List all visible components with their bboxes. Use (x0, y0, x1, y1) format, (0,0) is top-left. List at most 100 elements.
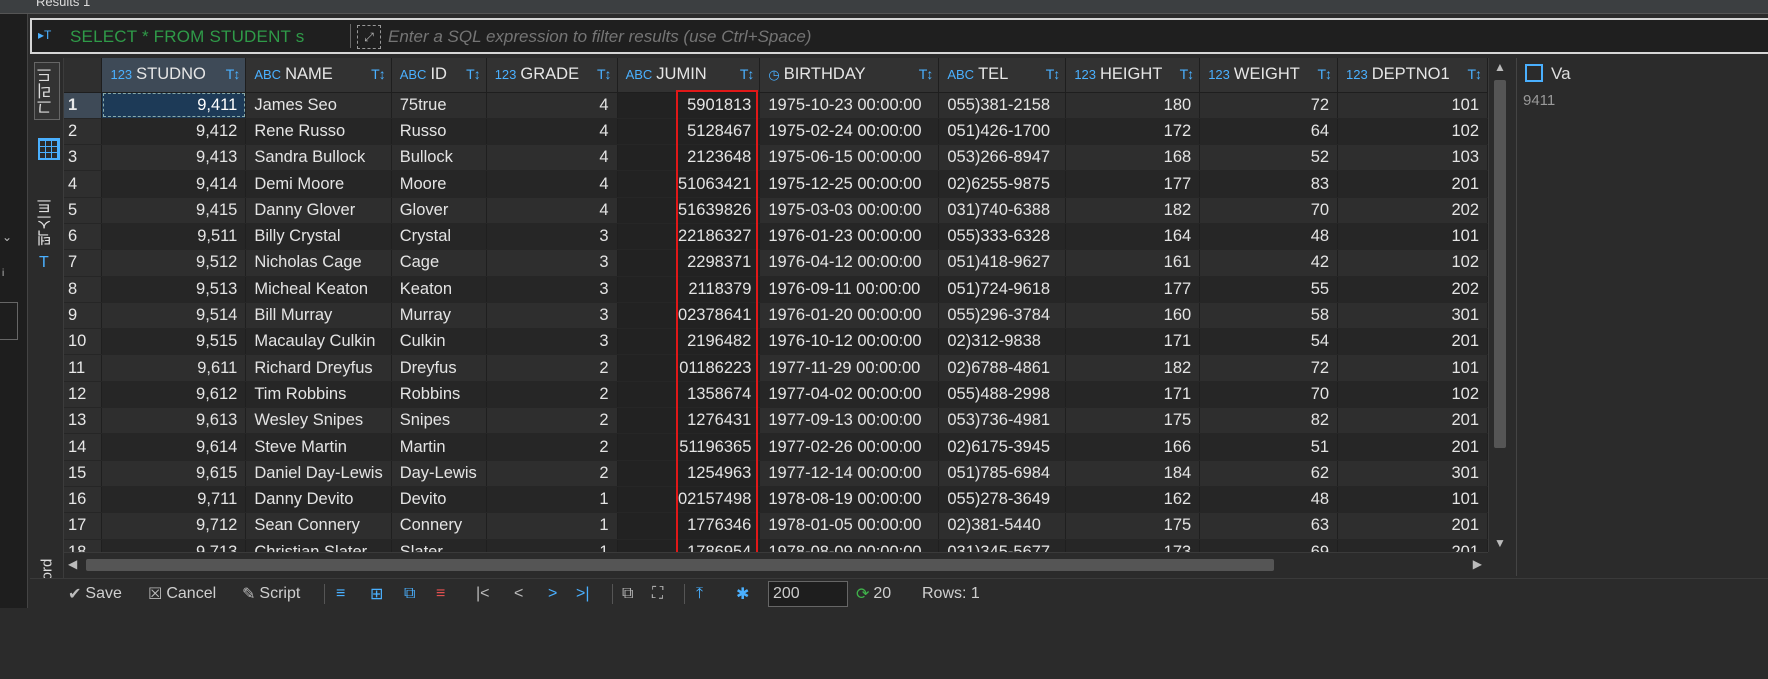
cell-studno[interactable]: 9,712 (101, 512, 247, 540)
cell-birthday[interactable]: 1977-11-29 00:00:00 (759, 354, 940, 382)
row-number[interactable]: 16 (64, 486, 103, 514)
cell-grade[interactable]: 4 (486, 144, 618, 172)
cell-name[interactable]: Danny Glover (245, 197, 392, 224)
cell-grade[interactable]: 4 (486, 197, 618, 224)
cell-id[interactable]: Martin (391, 433, 487, 461)
cell-birthday[interactable]: 1976-01-20 00:00:00 (759, 302, 940, 330)
cell-name[interactable]: Wesley Snipes (245, 407, 392, 435)
cell-deptno1[interactable]: 202 (1337, 276, 1488, 303)
cell-deptno1[interactable]: 201 (1337, 539, 1488, 552)
row-number[interactable]: 9 (64, 302, 103, 330)
cell-birthday[interactable]: 1976-04-12 00:00:00 (759, 249, 940, 277)
row-number-header[interactable] (64, 58, 103, 93)
cell-grade[interactable]: 2 (486, 381, 618, 409)
cell-grade[interactable]: 1 (486, 512, 618, 540)
cell-deptno1[interactable]: 201 (1337, 433, 1488, 461)
cell-id[interactable]: Bullock (391, 144, 487, 172)
cell-height[interactable]: 173 (1065, 539, 1201, 552)
cell-id[interactable]: Culkin (391, 328, 487, 356)
row-number[interactable]: 8 (64, 276, 103, 303)
cell-height[interactable]: 166 (1065, 433, 1201, 461)
table-row[interactable]: 9 9,514 Bill Murray Murray 3 02378641 1976-01-… (64, 302, 1488, 330)
cell-grade[interactable]: 3 (486, 249, 618, 277)
row-number[interactable]: 5 (64, 197, 103, 224)
row-number[interactable]: 7 (64, 249, 103, 277)
cell-jumin[interactable]: 51196365 (617, 433, 761, 461)
cell-height[interactable]: 182 (1065, 197, 1201, 224)
sort-filter-icon[interactable]: T↕ (1467, 66, 1482, 82)
cell-tel[interactable]: 02)312-9838 (938, 328, 1067, 356)
edit-row-button[interactable]: ≡ (336, 582, 345, 606)
cell-weight[interactable]: 72 (1199, 354, 1339, 382)
cell-grade[interactable]: 2 (486, 460, 618, 487)
cell-name[interactable]: Sandra Bullock (245, 144, 392, 172)
cell-birthday[interactable]: 1975-12-25 00:00:00 (759, 170, 940, 198)
cell-jumin[interactable]: 5901813 (617, 92, 761, 119)
column-header-tel[interactable]: ABC TEL T↕ (938, 58, 1067, 93)
column-header-jumin[interactable]: ABC JUMIN T↕ (617, 58, 761, 93)
first-page-button[interactable]: |< (476, 582, 490, 606)
cell-jumin[interactable]: 2196482 (617, 328, 761, 356)
cell-weight[interactable]: 58 (1199, 302, 1339, 330)
cell-grade[interactable]: 3 (486, 302, 618, 330)
cell-jumin[interactable]: 02157498 (617, 486, 761, 514)
cell-name[interactable]: James Seo (245, 92, 392, 119)
cell-name[interactable]: Micheal Keaton (245, 276, 392, 303)
delete-row-button[interactable]: ≡ (436, 582, 445, 606)
save-button[interactable]: ✔ Save (68, 582, 122, 606)
cell-id[interactable]: Day-Lewis (391, 460, 487, 487)
sql-filter-icon[interactable]: ▸T (38, 28, 51, 42)
cell-studno[interactable]: 9,511 (101, 223, 247, 251)
table-row[interactable]: 4 9,414 Demi Moore Moore 4 51063421 1975-12-25… (64, 170, 1488, 198)
cell-name[interactable]: Bill Murray (245, 302, 392, 330)
cell-weight[interactable]: 70 (1199, 197, 1339, 224)
script-button[interactable]: ✎ Script (242, 582, 300, 606)
cell-name[interactable]: Steve Martin (245, 433, 392, 461)
cell-name[interactable]: Christian Slater (245, 539, 392, 552)
cell-id[interactable]: Robbins (391, 381, 487, 409)
chevron-down-icon[interactable]: ⌄ (2, 230, 12, 244)
table-row[interactable]: 13 9,613 Wesley Snipes Snipes 2 1276431 1977-0… (64, 407, 1488, 435)
filter-input[interactable] (388, 27, 1688, 47)
cell-deptno1[interactable]: 201 (1337, 407, 1488, 435)
cell-id[interactable]: Devito (391, 486, 487, 514)
cell-height[interactable]: 161 (1065, 249, 1201, 277)
copy-row-button[interactable]: ⧉ (404, 582, 415, 606)
cell-birthday[interactable]: 1977-09-13 00:00:00 (759, 407, 940, 435)
cell-name[interactable]: Rene Russo (245, 118, 392, 146)
row-number[interactable]: 1 (64, 92, 103, 119)
next-button[interactable]: > (548, 582, 557, 606)
sql-query-text[interactable]: SELECT * FROM STUDENT s (70, 27, 304, 47)
cell-tel[interactable]: 02)6788-4861 (938, 354, 1067, 382)
settings-button[interactable]: ✱ (736, 582, 749, 606)
cell-grade[interactable]: 3 (486, 328, 618, 356)
cell-height[interactable]: 162 (1065, 486, 1201, 514)
column-header-weight[interactable]: 123 WEIGHT T↕ (1199, 58, 1339, 93)
cell-height[interactable]: 172 (1065, 118, 1201, 146)
cell-weight[interactable]: 69 (1199, 539, 1339, 552)
cell-weight[interactable]: 72 (1199, 92, 1339, 119)
table-row[interactable]: 8 9,513 Micheal Keaton Keaton 3 2118379 1976-0… (64, 276, 1488, 303)
cell-birthday[interactable]: 1976-09-11 00:00:00 (759, 276, 940, 303)
cell-studno[interactable]: 9,414 (101, 170, 247, 198)
cell-grade[interactable]: 1 (486, 539, 618, 552)
scroll-thumb[interactable] (1494, 80, 1506, 448)
cell-deptno1[interactable]: 102 (1337, 118, 1488, 146)
cell-deptno1[interactable]: 201 (1337, 512, 1488, 540)
cell-studno[interactable]: 9,413 (101, 144, 247, 172)
cell-grade[interactable]: 4 (486, 92, 618, 119)
cell-height[interactable]: 184 (1065, 460, 1201, 487)
cell-jumin[interactable]: 5128467 (617, 118, 761, 146)
table-row[interactable]: 10 9,515 Macaulay Culkin Culkin 3 2196482 1976… (64, 328, 1488, 356)
sort-filter-icon[interactable]: T↕ (1317, 66, 1332, 82)
cell-id[interactable]: Slater (391, 539, 487, 552)
cell-id[interactable]: Snipes (391, 407, 487, 435)
cell-birthday[interactable]: 1978-08-09 00:00:00 (759, 539, 940, 552)
column-header-name[interactable]: ABC NAME T↕ (245, 58, 392, 93)
column-header-height[interactable]: 123 HEIGHT T↕ (1065, 58, 1201, 93)
table-row[interactable]: 2 9,412 Rene Russo Russo 4 5128467 1975-02-24 … (64, 118, 1488, 146)
scroll-left-icon[interactable]: ◀ (68, 557, 77, 571)
table-row[interactable]: 6 9,511 Billy Crystal Crystal 3 22186327 1976-… (64, 223, 1488, 251)
row-number[interactable]: 14 (64, 433, 103, 461)
cell-height[interactable]: 171 (1065, 328, 1201, 356)
